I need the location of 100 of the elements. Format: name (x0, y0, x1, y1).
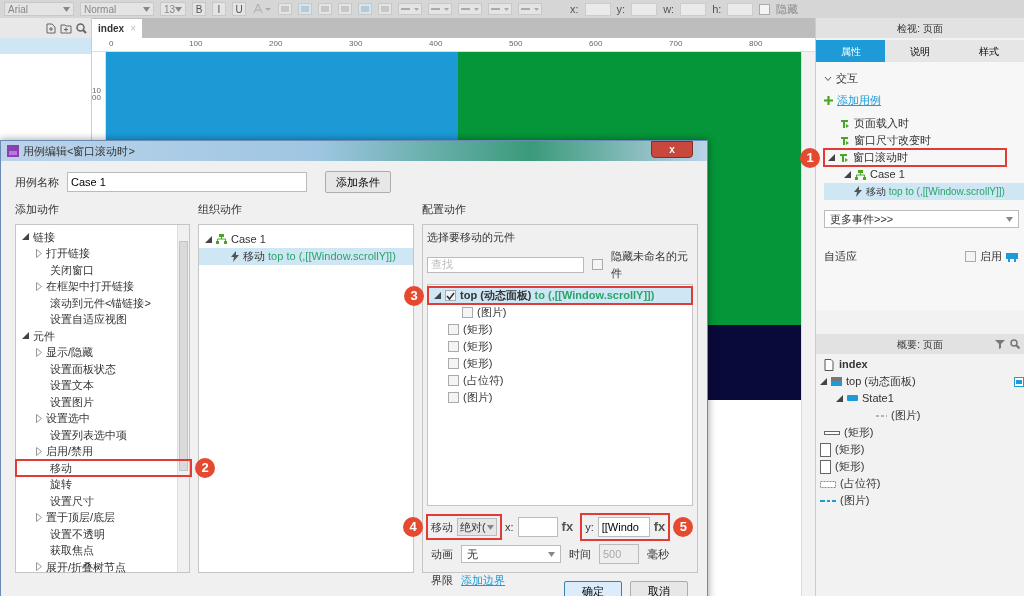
plus-icon[interactable] (824, 96, 833, 105)
checkbox[interactable] (462, 307, 473, 318)
expanded-icon[interactable] (828, 154, 835, 161)
align-icon[interactable] (298, 3, 312, 15)
widget-row[interactable]: (图片) (428, 389, 692, 406)
tree-item[interactable]: 获取焦点 (50, 542, 94, 559)
checkbox[interactable] (448, 358, 459, 369)
expanded-icon[interactable] (844, 171, 851, 178)
outline-label[interactable]: (矩形) (844, 424, 874, 441)
coord-field[interactable] (727, 2, 754, 16)
checkbox[interactable] (592, 259, 604, 270)
widget-row[interactable]: (图片) (428, 304, 692, 321)
tree-item[interactable]: 链接 (33, 228, 55, 245)
add-folder-icon[interactable] (60, 22, 72, 34)
more-events-dropdown[interactable]: 更多事件>>> (824, 210, 1019, 228)
outline-label[interactable]: (矩形) (835, 458, 865, 475)
collapsed-icon[interactable] (36, 446, 42, 456)
coord-field[interactable] (680, 2, 707, 16)
collapsed-icon[interactable] (36, 347, 42, 357)
checkbox[interactable] (965, 251, 976, 262)
collapsed-icon[interactable] (36, 413, 42, 423)
format-button[interactable]: B (192, 2, 206, 16)
collapsed-icon[interactable] (36, 248, 42, 258)
widget-row[interactable]: (占位符) (428, 372, 692, 389)
align-icon[interactable] (278, 3, 292, 15)
action-row[interactable]: 移动 top to (,[[Window.scrollY]]) (824, 183, 1024, 200)
tree-item[interactable]: 设置图片 (50, 393, 94, 410)
widget-row[interactable]: (矩形) (428, 355, 692, 372)
style-icon[interactable] (428, 3, 452, 15)
checkbox[interactable] (448, 392, 459, 403)
outline-label[interactable]: index (839, 356, 868, 373)
scrollbar[interactable] (801, 52, 815, 596)
adaptive-icon[interactable] (1006, 251, 1018, 262)
y-field[interactable]: [[Windo (597, 517, 650, 537)
tree-item[interactable]: 设置面板状态 (50, 360, 116, 377)
collapsed-icon[interactable] (36, 512, 42, 522)
tree-item[interactable]: 设置尺寸 (50, 492, 94, 509)
tree-item[interactable]: 元件 (33, 327, 55, 344)
checkbox[interactable] (759, 3, 771, 15)
tree-item[interactable]: 展开/折叠树节点 (46, 558, 127, 575)
scroll-thumb[interactable] (179, 240, 188, 471)
fx-button[interactable]: fx (561, 517, 574, 537)
case-name-field[interactable]: Case 1 (67, 172, 307, 192)
format-button[interactable]: I (212, 2, 226, 16)
expanded-icon[interactable] (836, 395, 843, 402)
expanded-icon[interactable] (434, 292, 441, 299)
coord-field[interactable] (631, 2, 658, 16)
text-color-icon[interactable] (252, 3, 272, 15)
coord-field[interactable] (584, 2, 611, 16)
tree-item[interactable]: 在框架中打开链接 (46, 278, 134, 295)
case-label[interactable]: Case 1 (231, 230, 266, 248)
style-icon[interactable] (398, 3, 422, 15)
tree-item[interactable]: 启用/禁用 (46, 443, 94, 460)
tree-item[interactable]: 设置列表选中项 (50, 426, 127, 443)
tree-item[interactable]: 设置自适应视图 (50, 311, 127, 328)
align-icon[interactable] (338, 3, 352, 15)
tree-item[interactable]: 移动 (50, 459, 72, 476)
panel-tab[interactable]: 样式 (954, 40, 1024, 62)
close-button[interactable]: x (651, 141, 693, 158)
tree-item[interactable]: 设置不透明 (50, 525, 105, 542)
format-button[interactable]: U (232, 2, 246, 16)
checkbox[interactable] (448, 375, 459, 386)
animation-dropdown[interactable]: 无 (461, 545, 561, 563)
x-field[interactable] (517, 517, 558, 537)
filter-icon[interactable] (995, 339, 1005, 349)
tree-item[interactable]: 滚动到元件<锚链接> (50, 294, 151, 311)
tree-item[interactable]: 设置文本 (50, 377, 94, 394)
checkbox[interactable] (448, 341, 459, 352)
search-field[interactable]: 查找 (427, 256, 585, 273)
align-icon[interactable] (318, 3, 332, 15)
outline-label[interactable]: (图片) (840, 492, 870, 509)
event-label[interactable]: 页面载入时 (854, 115, 909, 132)
cancel-button[interactable]: 取消 (630, 580, 688, 596)
mode-dropdown[interactable]: 绝对( (457, 518, 497, 536)
panel-tab[interactable]: 说明 (885, 40, 955, 62)
case-label[interactable]: Case 1 (870, 166, 905, 183)
align-icon[interactable] (378, 3, 392, 15)
align-icon[interactable] (358, 3, 372, 15)
checkbox[interactable] (445, 290, 456, 301)
add-page-icon[interactable] (45, 22, 56, 34)
chevron-icon[interactable] (824, 75, 832, 82)
add-condition-button[interactable]: 添加条件 (325, 171, 391, 193)
tree-item[interactable]: 打开链接 (46, 245, 90, 262)
tree-item[interactable]: 旋转 (50, 476, 72, 493)
outline-label[interactable]: State1 (862, 390, 894, 407)
scrollbar[interactable] (177, 224, 189, 572)
outline-label[interactable]: top (动态面板) (846, 373, 916, 390)
tree-item[interactable]: 置于顶层/底层 (46, 509, 116, 526)
collapsed-icon[interactable] (36, 281, 42, 291)
checkbox[interactable] (448, 324, 459, 335)
search-icon[interactable] (1010, 339, 1020, 349)
expanded-icon[interactable] (22, 332, 29, 340)
expanded-icon[interactable] (205, 235, 212, 243)
search-icon[interactable] (76, 22, 87, 34)
event-label[interactable]: 窗口滚动时 (853, 149, 908, 166)
collapsed-icon[interactable] (36, 562, 42, 572)
style-icon[interactable] (488, 3, 512, 15)
style-icon[interactable] (458, 3, 482, 15)
outline-label[interactable]: (占位符) (840, 475, 881, 492)
action-row[interactable]: 移动 top to (,[[Window.scrollY]]) (199, 247, 413, 265)
